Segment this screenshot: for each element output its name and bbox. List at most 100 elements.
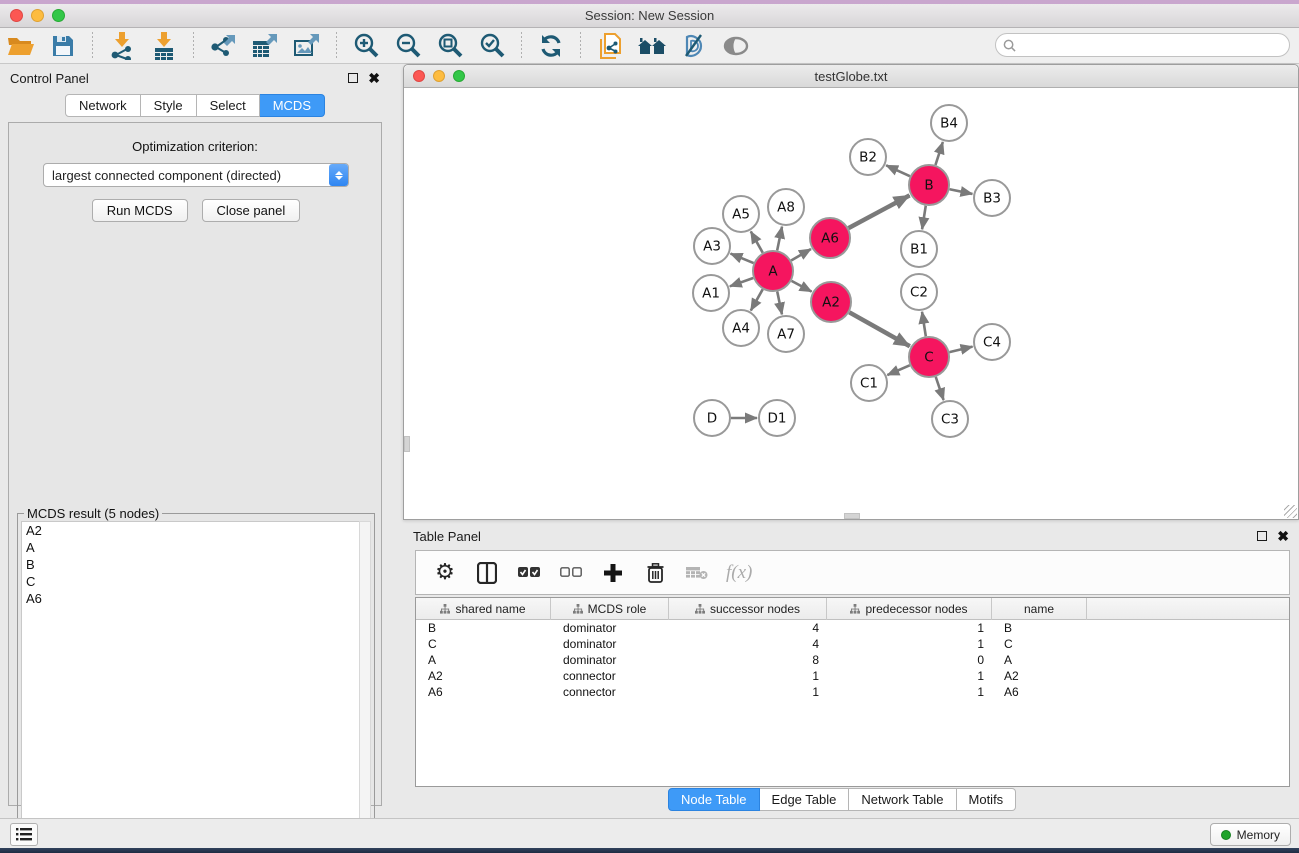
resize-grip[interactable] [1284,505,1297,518]
edge-A-A5[interactable] [751,231,763,252]
table-row[interactable]: Bdominator41B [416,620,1289,636]
export-network-icon[interactable] [207,31,239,61]
column-header-successor-nodes[interactable]: successor nodes [669,598,827,620]
close-panel-button[interactable]: Close panel [202,199,301,222]
toggle-graphics-details-icon[interactable] [678,31,710,61]
search-input[interactable] [1016,35,1289,55]
tab-style[interactable]: Style [141,94,197,117]
edge-A-A1[interactable] [730,278,753,286]
clone-network-icon[interactable] [594,31,626,61]
refresh-icon[interactable] [535,31,567,61]
column-header-name[interactable]: name [992,598,1087,620]
mcds-result-list[interactable]: A2ABCA6 [21,521,361,849]
zoom-in-icon[interactable] [350,31,382,61]
table-row[interactable]: A2connector11A2 [416,668,1289,684]
tab-mcds[interactable]: MCDS [260,94,325,117]
column-header-predecessor-nodes[interactable]: predecessor nodes [827,598,992,620]
table-row[interactable]: Cdominator41C [416,636,1289,652]
export-image-icon[interactable] [291,31,323,61]
table-settings-gear-icon[interactable]: ⚙ [432,560,458,586]
graph-node-D[interactable]: D [694,400,730,436]
search-field[interactable] [995,33,1290,57]
import-table-icon[interactable] [148,31,180,61]
node-table[interactable]: shared nameMCDS rolesuccessor nodesprede… [415,597,1290,787]
graph-node-A6[interactable]: A6 [810,218,850,258]
result-item[interactable]: A [22,539,360,556]
edge-B-B3[interactable] [950,189,973,194]
add-column-plus-icon[interactable] [600,560,626,586]
result-item[interactable]: C [22,573,360,590]
graph-node-C2[interactable]: C2 [901,274,937,310]
graph-node-C1[interactable]: C1 [851,365,887,401]
edge-A-A7[interactable] [777,292,782,315]
graph-node-A2[interactable]: A2 [811,282,851,322]
result-scrollbar[interactable] [359,521,371,849]
graph-node-D1[interactable]: D1 [759,400,795,436]
memory-button[interactable]: Memory [1210,823,1291,846]
edge-A-A8[interactable] [777,227,782,251]
network-window-titlebar[interactable]: testGlobe.txt [404,65,1298,88]
edge-B-B1[interactable] [922,206,926,229]
tab-select[interactable]: Select [197,94,260,117]
edge-B-B4[interactable] [935,142,942,165]
show-columns-icon[interactable] [474,560,500,586]
zoom-selected-icon[interactable] [476,31,508,61]
tab-network-table[interactable]: Network Table [849,788,956,811]
graph-node-A5[interactable]: A5 [723,196,759,232]
edge-A-A2[interactable] [792,281,812,292]
column-header-MCDS-role[interactable]: MCDS role [551,598,669,620]
graph-node-B3[interactable]: B3 [974,180,1010,216]
edge-A2-C[interactable] [849,312,910,346]
graph-node-B2[interactable]: B2 [850,139,886,175]
graph-node-C[interactable]: C [909,337,949,377]
zoom-fit-icon[interactable] [434,31,466,61]
float-table-panel-icon[interactable] [1257,531,1267,541]
task-history-button[interactable] [10,823,38,846]
select-all-icon[interactable] [516,560,542,586]
graph-node-B4[interactable]: B4 [931,105,967,141]
canvas-left-grip[interactable] [404,436,410,452]
open-session-icon[interactable] [5,31,37,61]
edge-C-C3[interactable] [936,377,944,400]
deselect-all-icon[interactable] [558,560,584,586]
tab-node-table[interactable]: Node Table [668,788,760,811]
column-header-shared-name[interactable]: shared name [416,598,551,620]
edge-A6-B[interactable] [849,195,910,228]
home-layouts-icon[interactable] [636,31,668,61]
network-canvas[interactable]: B4B2BB3A5A8A6B1A3AC2A1A2A4A7C4CC1C3DD1 [404,88,1298,519]
graph-node-A1[interactable]: A1 [693,275,729,311]
zoom-out-icon[interactable] [392,31,424,61]
import-network-icon[interactable] [106,31,138,61]
delete-trash-icon[interactable] [642,560,668,586]
table-row[interactable]: Adominator80A [416,652,1289,668]
close-table-panel-icon[interactable]: ✖ [1277,531,1289,541]
graph-node-B[interactable]: B [909,165,949,205]
table-row[interactable]: A6connector11A6 [416,684,1289,700]
graph-node-C3[interactable]: C3 [932,401,968,437]
graph-node-B1[interactable]: B1 [901,231,937,267]
criterion-dropdown[interactable]: largest connected component (directed) [43,163,349,187]
edge-C-C2[interactable] [922,312,926,336]
graph-node-A[interactable]: A [753,251,793,291]
canvas-bottom-grip[interactable] [844,513,860,519]
edge-A-A4[interactable] [751,289,763,310]
edge-A-A3[interactable] [731,254,754,263]
show-hide-eye-icon[interactable] [720,31,752,61]
graph-node-A7[interactable]: A7 [768,316,804,352]
graph-node-A8[interactable]: A8 [768,189,804,225]
graph-node-C4[interactable]: C4 [974,324,1010,360]
edge-B-B2[interactable] [886,165,910,176]
result-item[interactable]: A2 [22,522,360,539]
edge-C-C4[interactable] [949,347,972,353]
edge-C-C1[interactable] [887,365,909,375]
run-mcds-button[interactable]: Run MCDS [92,199,188,222]
edge-A-A6[interactable] [791,249,811,260]
close-panel-icon[interactable]: ✖ [368,73,380,83]
tab-edge-table[interactable]: Edge Table [760,788,850,811]
export-table-icon[interactable] [249,31,281,61]
save-session-icon[interactable] [47,31,79,61]
graph-node-A4[interactable]: A4 [723,310,759,346]
tab-network[interactable]: Network [65,94,141,117]
result-item[interactable]: A6 [22,590,360,607]
tab-motifs[interactable]: Motifs [957,788,1017,811]
